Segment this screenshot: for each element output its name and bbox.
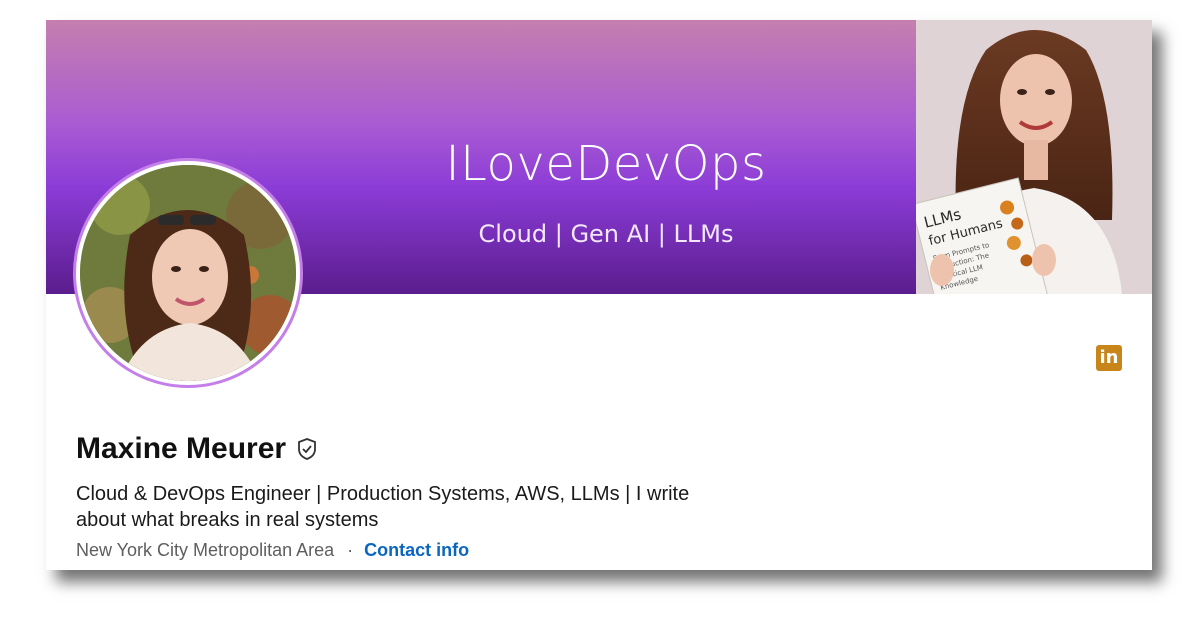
- separator-dot: ·: [347, 540, 354, 560]
- profile-name-row: Maxine Meurer: [76, 432, 318, 466]
- profile-location-row: New York City Metropolitan Area · Contac…: [76, 540, 469, 561]
- shield-check-icon[interactable]: [296, 437, 318, 461]
- profile-headline: Cloud & DevOps Engineer | Production Sys…: [76, 483, 690, 531]
- banner-person-with-book-image: LLMs for Humans From Prompts to Producti…: [916, 20, 1152, 294]
- linkedin-icon[interactable]: in: [1096, 345, 1122, 371]
- profile-name: Maxine Meurer: [76, 432, 287, 465]
- profile-card: ILoveDevOps Cloud | Gen AI | LLMs LLMs f…: [46, 20, 1152, 570]
- profile-avatar[interactable]: [76, 161, 300, 385]
- profile-avatar-image: [80, 165, 296, 381]
- profile-location: New York City Metropolitan Area: [76, 540, 335, 560]
- contact-info-link[interactable]: Contact info: [364, 540, 469, 560]
